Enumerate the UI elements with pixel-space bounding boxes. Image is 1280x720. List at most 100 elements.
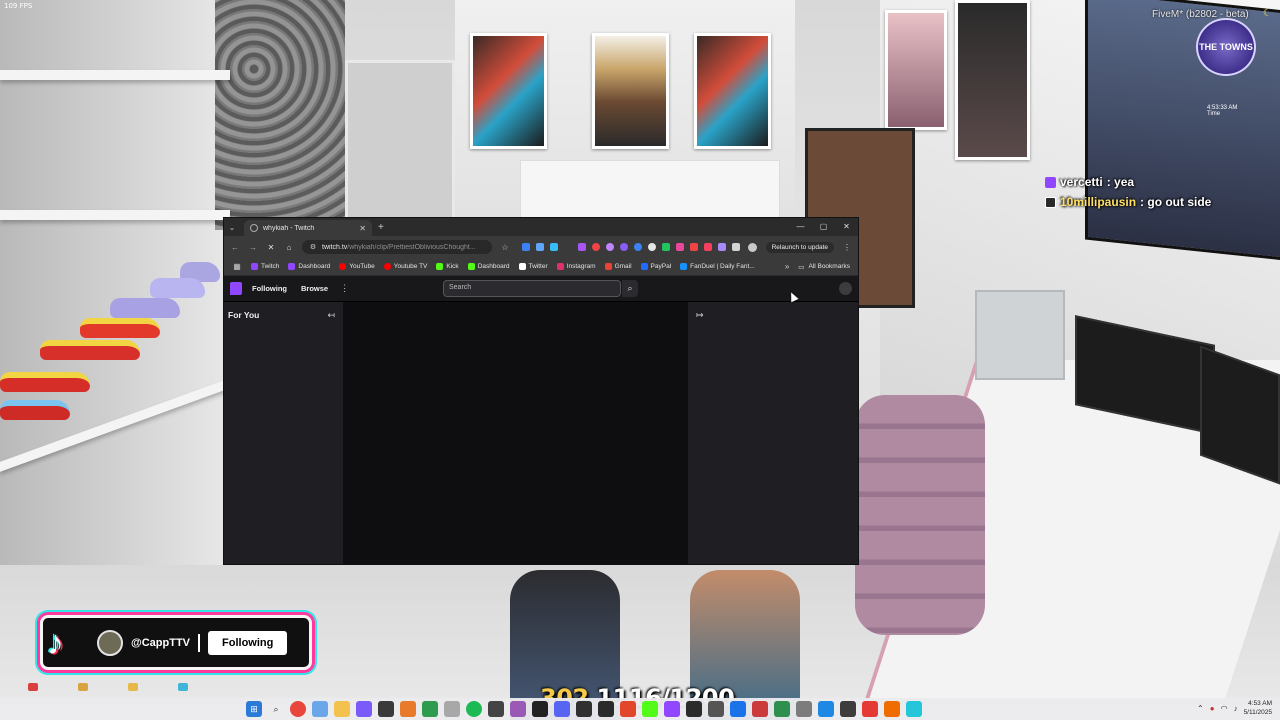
spotify-icon[interactable] [466, 701, 482, 717]
bookmark-item[interactable]: Gmail [604, 263, 632, 270]
extension-icon[interactable] [550, 243, 558, 251]
bookmark-item[interactable]: Youtube TV [383, 263, 427, 270]
tab-twitch[interactable]: whykiah - Twitch ✕ [244, 220, 372, 236]
extension-icon[interactable] [606, 243, 614, 251]
nav-following[interactable]: Following [252, 284, 287, 293]
close-window-icon[interactable]: ✕ [835, 218, 858, 236]
all-bookmarks[interactable]: ▭ All Bookmarks [798, 263, 850, 271]
forward-icon[interactable]: → [248, 243, 258, 252]
window-controls: — ▢ ✕ [789, 218, 858, 236]
maximize-icon[interactable]: ▢ [812, 218, 835, 236]
extension-icon[interactable] [690, 243, 698, 251]
app-icon[interactable] [576, 701, 592, 717]
bookmark-item[interactable]: Twitter [518, 263, 548, 270]
epic-games-icon[interactable] [532, 701, 548, 717]
speaker-icon[interactable]: ♪ [1234, 704, 1238, 713]
discord-icon[interactable] [554, 701, 570, 717]
bookmark-star-icon[interactable]: ☆ [500, 243, 510, 252]
extension-icon[interactable] [578, 243, 586, 251]
home-icon[interactable]: ⌂ [284, 243, 294, 252]
more-bookmarks-icon[interactable]: » [785, 262, 789, 271]
app-icon[interactable] [906, 701, 922, 717]
start-icon[interactable]: ⊞ [246, 701, 262, 717]
close-tab-icon[interactable]: ✕ [359, 224, 366, 233]
app-icon[interactable] [862, 701, 878, 717]
following-button[interactable]: Following [208, 630, 288, 655]
file-explorer-icon[interactable] [334, 701, 350, 717]
app-icon[interactable] [664, 701, 680, 717]
back-icon[interactable]: ← [230, 243, 240, 252]
app-icon[interactable] [422, 701, 438, 717]
app-icon[interactable] [620, 701, 636, 717]
nav-browse[interactable]: Browse [301, 284, 328, 293]
profile-avatar[interactable] [748, 242, 757, 252]
tray-app-icon[interactable]: ● [1210, 704, 1215, 713]
app-icon[interactable] [686, 701, 702, 717]
extension-icon[interactable] [676, 243, 684, 251]
app-icon[interactable] [730, 701, 746, 717]
app-icon[interactable] [356, 701, 372, 717]
search-input[interactable]: Search [443, 280, 621, 297]
user-avatar[interactable] [839, 282, 852, 295]
taskbar-clock[interactable]: 4:53 AM 5/11/2025 [1244, 699, 1272, 717]
bookmark-label: YouTube [349, 263, 375, 270]
extension-icon[interactable] [564, 243, 572, 251]
sneaker [150, 278, 205, 298]
app-icon[interactable] [488, 701, 504, 717]
search-icon[interactable]: ⌕ [622, 280, 638, 297]
search-icon[interactable]: ⌕ [268, 701, 284, 717]
address-bar[interactable]: ⚙ twitch.tv/whykiah/clip/PrettiestOblivi… [302, 240, 492, 254]
app-icon[interactable] [642, 701, 658, 717]
app-icon[interactable] [840, 701, 856, 717]
expand-chat-icon[interactable]: ↦ [696, 310, 704, 321]
extension-icon[interactable] [592, 243, 600, 251]
extensions-puzzle-icon[interactable] [732, 243, 740, 251]
app-icon[interactable] [708, 701, 724, 717]
twitch-icon [251, 263, 258, 270]
extension-icon[interactable] [662, 243, 670, 251]
more-menu-icon[interactable]: ⋮ [340, 283, 349, 294]
bookmark-item[interactable]: FanDuel | Daily Fant... [680, 263, 755, 270]
extension-icon[interactable] [620, 243, 628, 251]
bookmark-item[interactable]: Kick [436, 263, 459, 270]
menu-kebab-icon[interactable]: ⋮ [842, 243, 852, 252]
app-icon[interactable] [796, 701, 812, 717]
bookmark-item[interactable]: Twitch [251, 263, 279, 270]
bookmark-item[interactable]: Instagram [556, 263, 596, 270]
apps-grid-icon[interactable]: ▦ [232, 262, 242, 271]
chrome-icon[interactable] [290, 701, 306, 717]
extension-icon[interactable] [648, 243, 656, 251]
chevron-up-icon[interactable]: ⌃ [1197, 704, 1204, 713]
app-icon[interactable] [312, 701, 328, 717]
twitch-logo-icon[interactable] [230, 282, 242, 295]
bookmark-item[interactable]: Dashboard [467, 263, 510, 270]
extension-icon[interactable] [704, 243, 712, 251]
app-icon[interactable] [818, 701, 834, 717]
collapse-sidebar-icon[interactable]: ↤ [327, 310, 335, 321]
app-icon[interactable] [400, 701, 416, 717]
game-hotbar [28, 683, 188, 691]
sneaker [0, 372, 90, 392]
bookmark-item[interactable]: PayPal [640, 263, 671, 270]
extension-icon[interactable] [718, 243, 726, 251]
app-icon[interactable] [774, 701, 790, 717]
bookmark-item[interactable]: YouTube [339, 263, 375, 270]
tiktok-handle: @CappTTV [131, 636, 191, 649]
wifi-icon[interactable]: ◠ [1221, 704, 1228, 713]
app-icon[interactable] [752, 701, 768, 717]
obs-icon[interactable] [598, 701, 614, 717]
tab-search-icon[interactable]: ⌄ [224, 218, 240, 236]
stop-icon[interactable]: ✕ [266, 243, 276, 252]
bookmark-item[interactable]: Dashboard [288, 263, 330, 270]
site-info-icon[interactable]: ⚙ [308, 243, 318, 251]
extension-icon[interactable] [536, 243, 544, 251]
new-tab-icon[interactable]: + [378, 222, 384, 233]
app-icon[interactable] [510, 701, 526, 717]
extension-icon[interactable] [634, 243, 642, 251]
app-icon[interactable] [378, 701, 394, 717]
app-icon[interactable] [444, 701, 460, 717]
minimize-icon[interactable]: — [789, 218, 812, 236]
extension-icon[interactable] [522, 243, 530, 251]
app-icon[interactable] [884, 701, 900, 717]
relaunch-button[interactable]: Relaunch to update [765, 241, 834, 253]
